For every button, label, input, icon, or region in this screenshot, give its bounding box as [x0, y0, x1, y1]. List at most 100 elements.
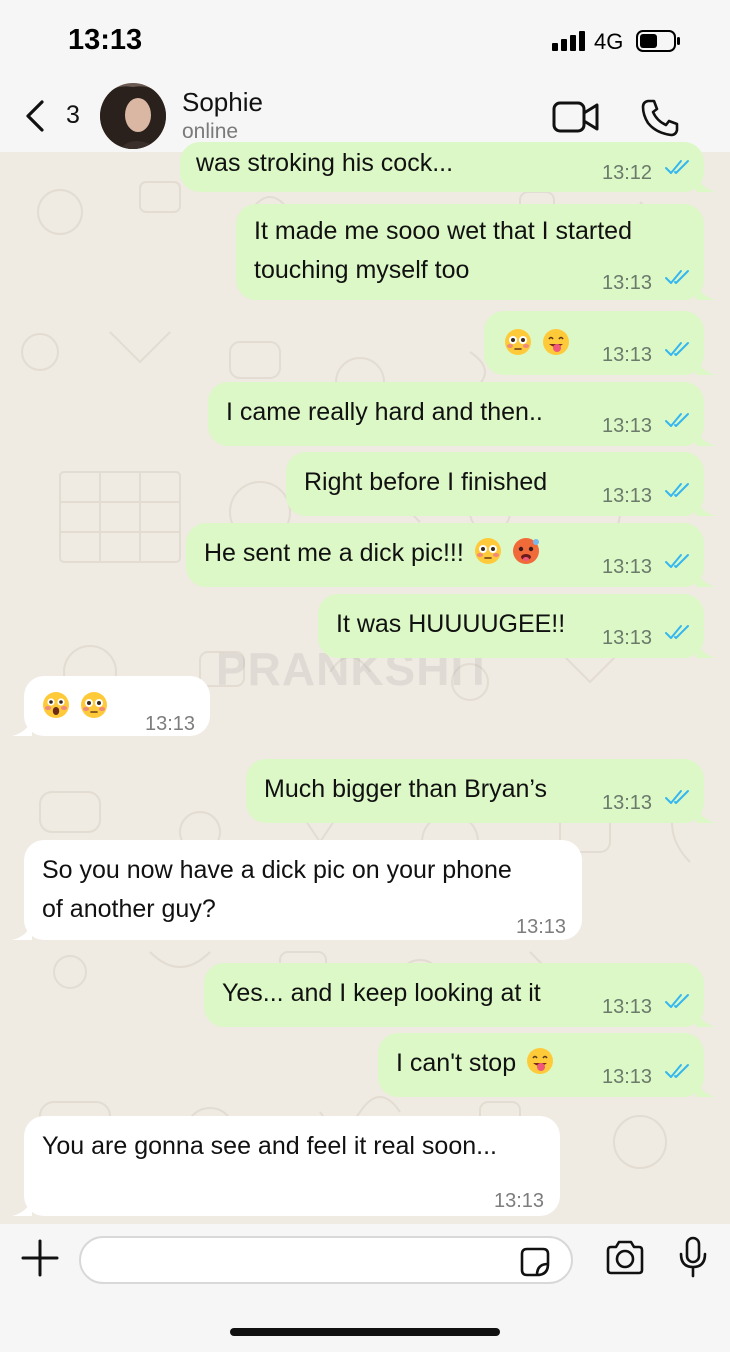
message-line: You are gonna see and feel it real soon.… [42, 1132, 497, 1160]
read-ticks-icon [665, 160, 689, 174]
avatar[interactable] [100, 83, 166, 149]
outgoing-message[interactable]: He sent me a dick pic!!! 13:13 [186, 523, 716, 587]
voice-call-button[interactable] [640, 98, 680, 138]
chat-screen: PRANKSHIT PRANKSHIT 13:13 4G 3 [0, 0, 730, 1352]
read-ticks-icon [665, 554, 689, 568]
message-line: It was HUUUUGEE!! [336, 610, 566, 638]
bubble-tail [696, 498, 716, 516]
read-ticks-icon [665, 1064, 689, 1078]
message-line: He sent me a dick pic!!! [204, 539, 464, 567]
message-line: It made me sooo wet that I started [254, 217, 632, 245]
read-ticks-icon [665, 342, 689, 356]
message-line: Right before I finished [304, 468, 548, 496]
bubble-tail [696, 357, 716, 375]
read-ticks-icon [665, 270, 689, 284]
input-bar [0, 1224, 730, 1352]
bubble-tail [696, 282, 716, 300]
incoming-message[interactable]: So you now have a dick pic on your phone… [12, 840, 582, 940]
message-time: 13:13 [602, 415, 653, 437]
message-text: Much bigger than Bryan’s [264, 770, 547, 809]
outgoing-message[interactable]: I can't stop 13:13 [378, 1033, 716, 1097]
message-time: 13:13 [602, 272, 653, 294]
contact-status: online [182, 120, 239, 143]
home-indicator [230, 1328, 500, 1336]
message-text: He sent me a dick pic!!! [204, 534, 540, 573]
battery-icon [636, 30, 680, 52]
microphone-icon [679, 1236, 707, 1278]
bubble-tail [696, 174, 716, 192]
message-time: 13:13 [494, 1190, 545, 1212]
message-time: 13:13 [602, 996, 653, 1018]
read-ticks-icon [665, 483, 689, 497]
outgoing-message[interactable]: Yes... and I keep looking at it 13:13 [204, 963, 716, 1027]
flushed-face-icon [474, 538, 501, 564]
video-camera-icon [552, 101, 599, 133]
phone-icon [641, 99, 679, 137]
message-line: touching myself too [254, 256, 470, 284]
video-call-button[interactable] [552, 100, 600, 134]
astonished-face-icon [43, 692, 69, 718]
message-line: Much bigger than Bryan’s [264, 775, 548, 803]
outgoing-message[interactable]: was stroking his cock... 13:12 [180, 142, 716, 192]
message-time: 13:13 [602, 485, 653, 507]
read-ticks-icon [665, 790, 689, 804]
status-bar: 13:13 4G [0, 0, 730, 80]
avatar-photo [100, 83, 166, 149]
message-text: I came really hard and then.. [226, 393, 543, 432]
message-line: Yes... and I keep looking at it [222, 979, 541, 1007]
contact-name[interactable]: Sophie [182, 87, 263, 118]
outgoing-message[interactable]: I came really hard and then.. 13:13 [208, 382, 716, 446]
network-type: 4G [594, 29, 624, 54]
message-input[interactable] [79, 1236, 573, 1284]
message-text: I can't stop [396, 1044, 554, 1083]
outgoing-message[interactable]: It was HUUUUGEE!! 13:13 [318, 594, 716, 658]
message-text [504, 325, 570, 364]
bubble-tail [12, 1198, 32, 1216]
attach-button[interactable] [20, 1238, 60, 1278]
status-time: 13:13 [68, 24, 143, 56]
bubble-tail [696, 1009, 716, 1027]
message-line: of another guy? [42, 895, 216, 923]
outgoing-message[interactable]: It made me sooo wet that I started touchi… [236, 204, 716, 300]
incoming-message[interactable]: 13:13 [12, 676, 210, 736]
read-ticks-icon [665, 625, 689, 639]
incoming-message[interactable]: You are gonna see and feel it real soon.… [12, 1116, 560, 1216]
read-ticks-icon [665, 413, 689, 427]
flushed-face-icon [81, 692, 107, 718]
message-time: 13:13 [602, 627, 653, 649]
message-line: So you now have a dick pic on your phone [42, 856, 512, 884]
outgoing-message[interactable]: Much bigger than Bryan’s 13:13 [246, 759, 716, 823]
bubble-tail [696, 1079, 716, 1097]
message-line: I can't stop [396, 1049, 517, 1077]
bubble-tail [12, 718, 32, 736]
sticker-button[interactable] [518, 1246, 552, 1278]
microphone-button[interactable] [678, 1236, 708, 1278]
flushed-face-icon [505, 329, 531, 355]
message-time: 13:12 [602, 162, 653, 184]
bubble-tail [696, 569, 716, 587]
hot-face-icon [512, 538, 539, 564]
message-time: 13:13 [145, 713, 196, 735]
bubble-tail [12, 922, 32, 940]
bubble-tail [696, 428, 716, 446]
outgoing-message[interactable]: Right before I finished 13:13 [286, 452, 716, 516]
message-time: 13:13 [602, 556, 653, 578]
back-button[interactable]: 3 [24, 98, 90, 138]
signal-icon [552, 31, 585, 51]
read-ticks-icon [665, 994, 689, 1008]
camera-button[interactable] [604, 1240, 646, 1276]
message-time: 13:13 [602, 792, 653, 814]
message-text: was stroking his cock... [196, 144, 453, 183]
chevron-left-icon [26, 100, 44, 132]
message-text [42, 688, 108, 727]
face-with-tongue-icon [527, 1048, 554, 1074]
message-text: It made me sooo wet that I started touchi… [254, 212, 632, 290]
message-line: I came really hard and then.. [226, 398, 543, 426]
sticker-icon [520, 1247, 550, 1277]
bubble-tail [696, 640, 716, 658]
message-line: was stroking his cock... [196, 149, 454, 177]
message-text: It was HUUUUGEE!! [336, 605, 565, 644]
message-text: Yes... and I keep looking at it [222, 974, 541, 1013]
outgoing-message[interactable]: 13:13 [484, 311, 716, 375]
unread-count: 3 [66, 101, 80, 129]
